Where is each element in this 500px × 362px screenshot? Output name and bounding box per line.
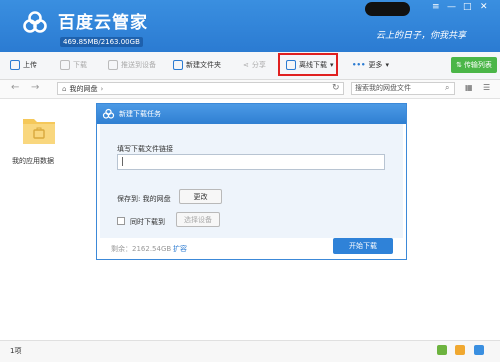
close-button[interactable]: ✕ (480, 3, 488, 12)
download-button[interactable]: 下载 (60, 57, 87, 73)
also-download-checkbox[interactable] (117, 217, 125, 225)
share-icon: ⋖ (243, 61, 249, 69)
highlight-box (278, 53, 338, 76)
device-icon (108, 60, 118, 70)
search-input[interactable]: 搜索我的网盘文件 (351, 82, 455, 95)
back-button[interactable]: ← (11, 82, 19, 93)
baidu-cloud-logo-icon (23, 11, 47, 33)
link-input[interactable]: | (117, 154, 385, 170)
breadcrumb-item[interactable]: 我的网盘 (69, 84, 97, 94)
download-icon (60, 60, 70, 70)
breadcrumb[interactable]: ⌂ 我的网盘 › (57, 82, 344, 95)
forward-button[interactable]: → (31, 82, 39, 93)
storage-quota: 469.85MB/2163.00GB (60, 37, 143, 47)
change-button[interactable]: 更改 (179, 189, 222, 204)
folder-name[interactable]: 我的应用数据 (12, 156, 54, 166)
toolbar: 上传 下载 推送到设备 新建文件夹 ⋖ 分享 离线下载 ▾ ••• 更多 ▾ (0, 52, 500, 80)
dialog-header: 新建下载任务 (97, 104, 406, 124)
expand-link[interactable]: 扩容 (173, 244, 187, 254)
more-icon: ••• (352, 61, 366, 69)
hotspot-icon[interactable] (455, 345, 465, 355)
navigation-bar: ← → ⌂ 我的网盘 › ↻ 搜索我的网盘文件 ⌕ ▦ ☰ (0, 80, 500, 99)
dialog-title: 新建下载任务 (119, 110, 161, 118)
status-bar: 1项 (0, 340, 500, 362)
select-device-button[interactable]: 选择设备 (176, 212, 220, 227)
transfer-icon: ⇅ (456, 61, 462, 69)
chevron-down-icon: ▾ (385, 61, 389, 69)
share-button[interactable]: ⋖ 分享 (243, 57, 266, 73)
menu-icon[interactable]: ≡ (432, 3, 440, 12)
home-icon: ⌂ (62, 84, 67, 93)
dialog-body: 填写下载文件链接 | 保存到: 我的网盘 更改 同时下载到 选择设备 (100, 124, 403, 238)
transfer-list-button[interactable]: ⇅ 传输列表 (451, 57, 497, 73)
search-icon[interactable]: ⌕ (445, 83, 449, 93)
item-count: 1项 (10, 347, 22, 355)
also-download-label: 同时下载到 (130, 218, 165, 226)
link-label: 填写下载文件链接 (117, 145, 173, 153)
new-download-dialog: 新建下载任务 填写下载文件链接 | 保存到: 我的网盘 更改 同时下载到 选择设… (96, 103, 407, 260)
minimize-button[interactable]: — (447, 3, 456, 12)
upload-icon (10, 60, 20, 70)
list-view-icon[interactable]: ☰ (483, 83, 490, 92)
new-folder-icon (173, 60, 183, 70)
new-folder-button[interactable]: 新建文件夹 (173, 57, 221, 73)
grid-view-icon[interactable]: ▦ (465, 83, 473, 92)
app-grid-icon[interactable] (437, 345, 447, 355)
save-to-label: 保存到: 我的网盘 (117, 195, 171, 203)
app-title: 百度云管家 (58, 13, 148, 33)
title-bar: 百度云管家 469.85MB/2163.00GB ≡ — □ ✕ 云上的日子，你… (0, 0, 500, 52)
start-download-button[interactable]: 开始下载 (333, 238, 393, 254)
username-badge[interactable] (365, 2, 410, 16)
chevron-right-icon: › (100, 84, 104, 93)
refresh-icon[interactable]: ↻ (332, 83, 340, 93)
folder-icon[interactable] (21, 112, 57, 148)
remaining-space: 剩余：2162.54GB (111, 245, 172, 253)
more-button[interactable]: ••• 更多 ▾ (352, 57, 389, 73)
settings-icon[interactable] (474, 345, 484, 355)
slogan: 云上的日子，你我共享 (376, 31, 467, 41)
maximize-button[interactable]: □ (463, 3, 472, 12)
upload-button[interactable]: 上传 (10, 57, 37, 73)
dialog-logo-icon (102, 108, 115, 119)
push-device-button[interactable]: 推送到设备 (108, 57, 156, 73)
